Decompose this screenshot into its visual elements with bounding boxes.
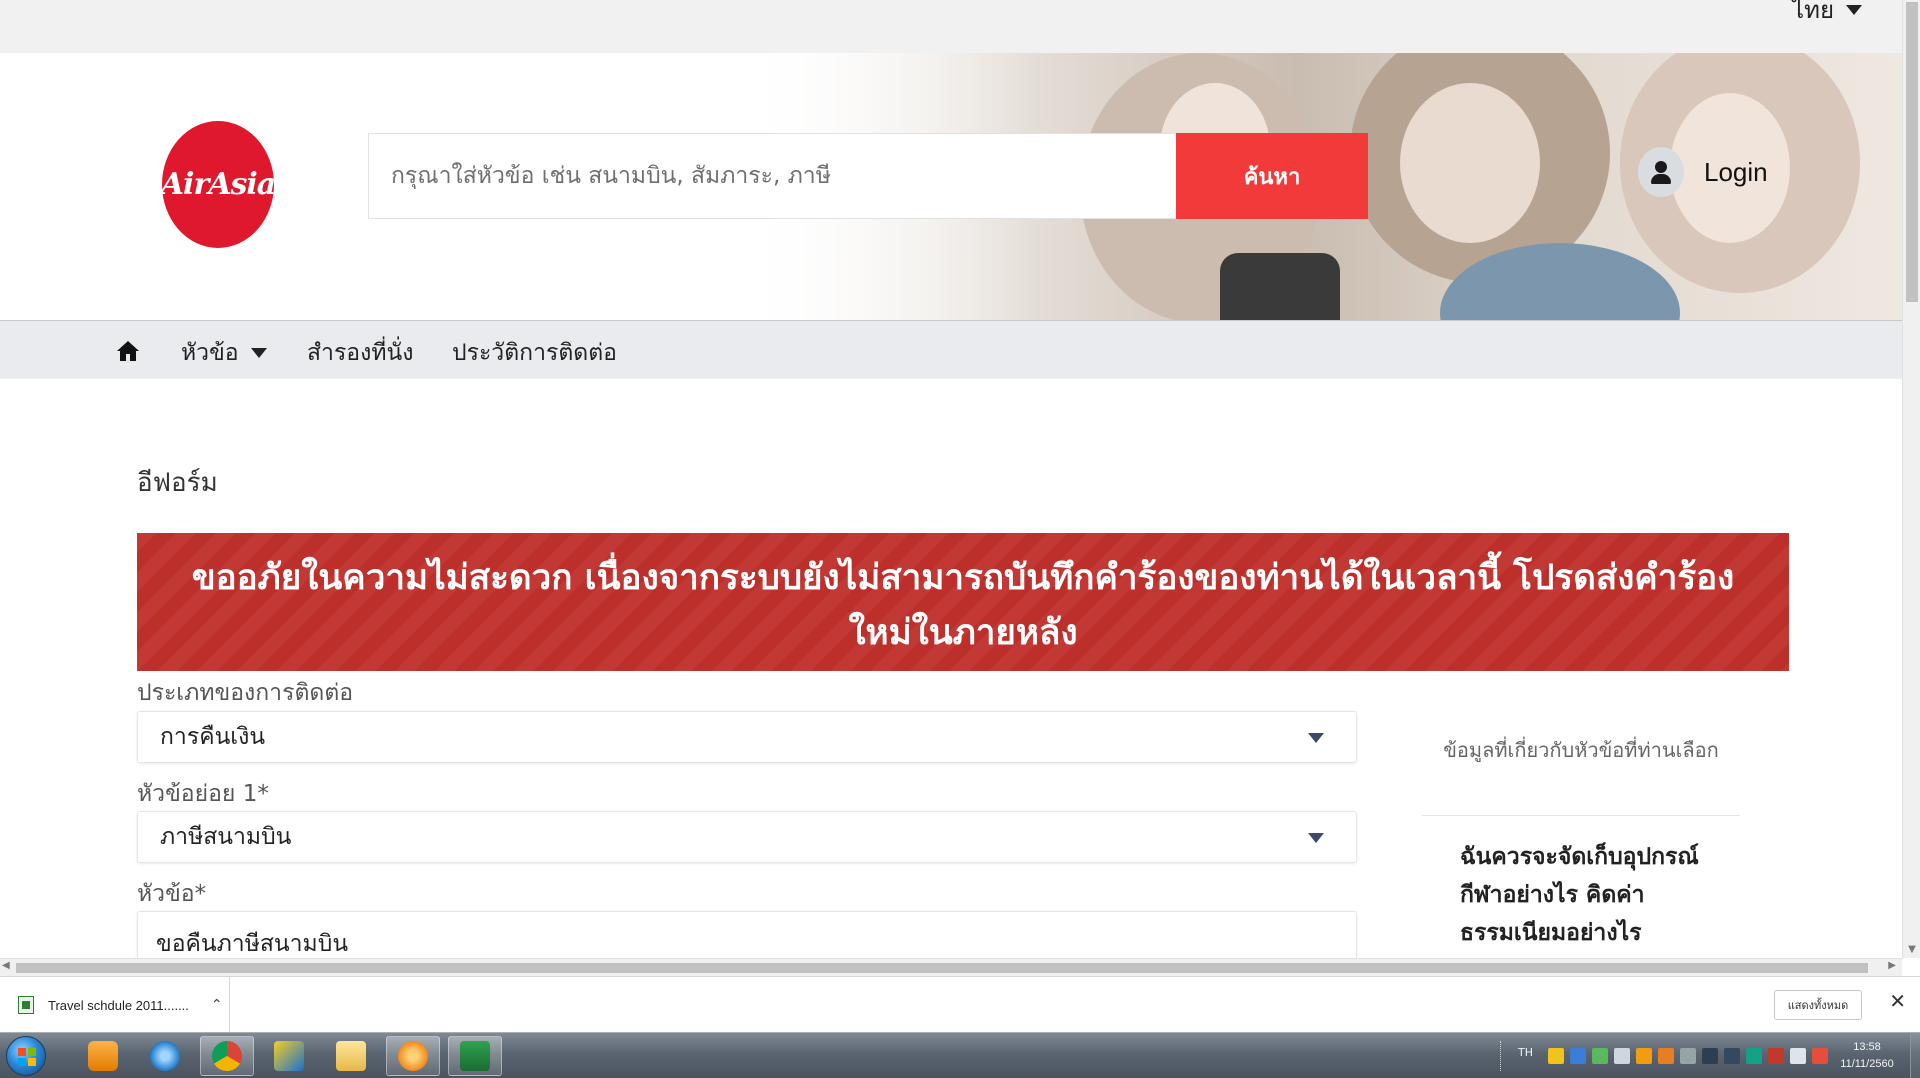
- nav-item-label: สำรองที่นั่ง: [307, 340, 414, 366]
- browser-viewport: ไทย AirAsia ค้นหา: [0, 0, 1902, 958]
- related-info-heading: ข้อมูลที่เกี่ยวกับหัวข้อที่ท่านเลือก: [1443, 738, 1719, 762]
- tray-app-icon[interactable]: [1548, 1048, 1564, 1064]
- input-language-indicator[interactable]: TH: [1518, 1046, 1533, 1059]
- search-button[interactable]: ค้นหา: [1176, 133, 1368, 219]
- chevron-up-icon[interactable]: ⌃: [211, 997, 223, 1013]
- download-item[interactable]: Travel schdule 2011....... ⌃: [0, 977, 230, 1033]
- home-icon[interactable]: [116, 339, 140, 363]
- contact-type-value: การคืนเงิน: [160, 724, 266, 750]
- windows-logo-icon: [18, 1048, 36, 1066]
- show-all-downloads-button[interactable]: แสดงทั้งหมด: [1774, 990, 1862, 1020]
- site-header: AirAsia ค้นหา Login: [0, 53, 1902, 320]
- language-selector[interactable]: ไทย: [1792, 0, 1862, 29]
- tray-app-icon[interactable]: [1614, 1048, 1630, 1064]
- clock-time: 13:58: [1853, 1041, 1881, 1053]
- main-nav: หัวข้อ สำรองที่นั่ง ประวัติการติดต่อ: [0, 320, 1902, 379]
- excel-taskbar-icon[interactable]: [448, 1036, 502, 1076]
- windows-taskbar: TH 13:58 11/11/2560: [0, 1032, 1920, 1078]
- download-bar: Travel schdule 2011....... ⌃ แสดงทั้งหมด…: [0, 976, 1920, 1033]
- flag-icon[interactable]: [1768, 1048, 1784, 1064]
- taskbar-clock[interactable]: 13:58 11/11/2560: [1832, 1039, 1902, 1073]
- page-title: อีฟอร์ม: [137, 468, 218, 498]
- screen: ไทย AirAsia ค้นหา: [0, 0, 1920, 1078]
- contact-type-select[interactable]: การคืนเงิน: [137, 711, 1357, 763]
- user-icon: [1638, 147, 1684, 197]
- topic-value: ขอคืนภาษีสนามบิน: [156, 931, 349, 957]
- scroll-down-arrow-icon[interactable]: ▼: [1906, 944, 1918, 958]
- nav-item-label: ประวัติการติดต่อ: [452, 340, 617, 366]
- shield-icon[interactable]: [1570, 1048, 1586, 1064]
- nav-item-booking[interactable]: สำรองที่นั่ง: [307, 335, 413, 371]
- subtopic-label: หัวข้อย่อย 1*: [137, 781, 269, 807]
- scroll-right-arrow-icon[interactable]: ▶: [1888, 960, 1896, 971]
- system-tray: [1548, 1048, 1828, 1064]
- scrollbar-thumb[interactable]: [1906, 2, 1918, 302]
- nav-item-contact-history[interactable]: ประวัติการติดต่อ: [452, 335, 617, 371]
- topic-input[interactable]: ขอคืนภาษีสนามบิน: [137, 911, 1357, 958]
- chevron-down-icon: [1308, 733, 1324, 743]
- media-player-taskbar-icon[interactable]: [76, 1036, 130, 1076]
- start-button[interactable]: [6, 1036, 46, 1076]
- network-icon[interactable]: [1680, 1048, 1696, 1064]
- excel-file-icon: [18, 996, 34, 1014]
- login-label: Login: [1704, 156, 1768, 187]
- clock-date: 11/11/2560: [1840, 1058, 1894, 1070]
- winamp-taskbar-icon[interactable]: [262, 1036, 316, 1076]
- language-label: ไทย: [1792, 0, 1834, 24]
- scrollbar-thumb[interactable]: [16, 963, 1868, 973]
- tray-grip: [1500, 1041, 1503, 1071]
- chevron-down-icon: [1308, 833, 1324, 843]
- tray-app-icon[interactable]: [1636, 1048, 1652, 1064]
- language-bar: ไทย: [0, 0, 1902, 53]
- show-desktop-button[interactable]: [1910, 1033, 1920, 1078]
- topic-label: หัวข้อ*: [137, 881, 207, 907]
- scroll-left-arrow-icon[interactable]: ◀: [2, 960, 10, 971]
- nav-item-topics[interactable]: หัวข้อ: [181, 335, 267, 371]
- contact-type-label: ประเภทของการติดต่อ: [137, 680, 354, 706]
- search-input[interactable]: [369, 134, 1178, 218]
- chevron-down-icon: [1846, 4, 1862, 15]
- horizontal-scrollbar[interactable]: ◀ ▶: [0, 958, 1902, 976]
- network-icon[interactable]: [1790, 1048, 1806, 1064]
- app-taskbar-icon[interactable]: [386, 1036, 440, 1076]
- file-explorer-taskbar-icon[interactable]: [324, 1036, 378, 1076]
- tray-app-icon[interactable]: [1724, 1048, 1740, 1064]
- chevron-down-icon: [250, 348, 267, 358]
- chrome-taskbar-icon[interactable]: [200, 1036, 254, 1076]
- sidebar-divider: [1422, 815, 1740, 816]
- logo-text: AirAsia: [160, 167, 276, 202]
- close-icon[interactable]: ✕: [1889, 989, 1906, 1013]
- tray-app-icon[interactable]: [1658, 1048, 1674, 1064]
- internet-explorer-taskbar-icon[interactable]: [138, 1036, 192, 1076]
- nav-item-label: หัวข้อ: [181, 340, 239, 366]
- subtopic-select[interactable]: ภาษีสนามบิน: [137, 811, 1357, 863]
- related-article-link[interactable]: ฉันควรจะจัดเก็บอุปกรณ์กีฬาอย่างไร คิดค่า…: [1460, 838, 1730, 952]
- vertical-scrollbar[interactable]: ▼: [1902, 0, 1920, 958]
- download-file-name: Travel schdule 2011.......: [48, 997, 189, 1013]
- tray-app-icon[interactable]: [1746, 1048, 1762, 1064]
- volume-icon[interactable]: [1812, 1048, 1828, 1064]
- tray-app-icon[interactable]: [1702, 1048, 1718, 1064]
- login-button[interactable]: Login: [1638, 147, 1768, 197]
- search-box: [368, 133, 1178, 219]
- error-alert: ขออภัยในความไม่สะดวก เนื่องจากระบบยังไม่…: [137, 533, 1789, 671]
- airasia-logo[interactable]: AirAsia: [160, 121, 276, 248]
- tray-app-icon[interactable]: [1592, 1048, 1608, 1064]
- subtopic-value: ภาษีสนามบิน: [160, 824, 292, 850]
- alert-message: ขออภัยในความไม่สะดวก เนื่องจากระบบยังไม่…: [191, 558, 1735, 653]
